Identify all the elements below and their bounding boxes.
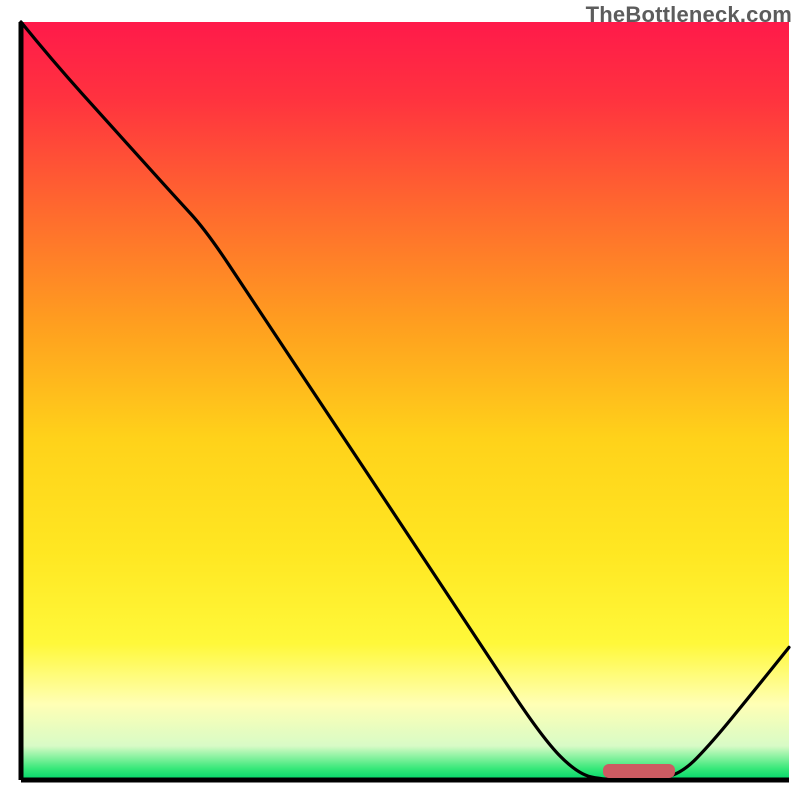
plot-background <box>21 22 789 780</box>
watermark-text: TheBottleneck.com <box>586 2 792 28</box>
optimal-range-marker <box>603 764 675 778</box>
bottleneck-chart: TheBottleneck.com <box>0 0 800 800</box>
chart-svg <box>0 0 800 800</box>
